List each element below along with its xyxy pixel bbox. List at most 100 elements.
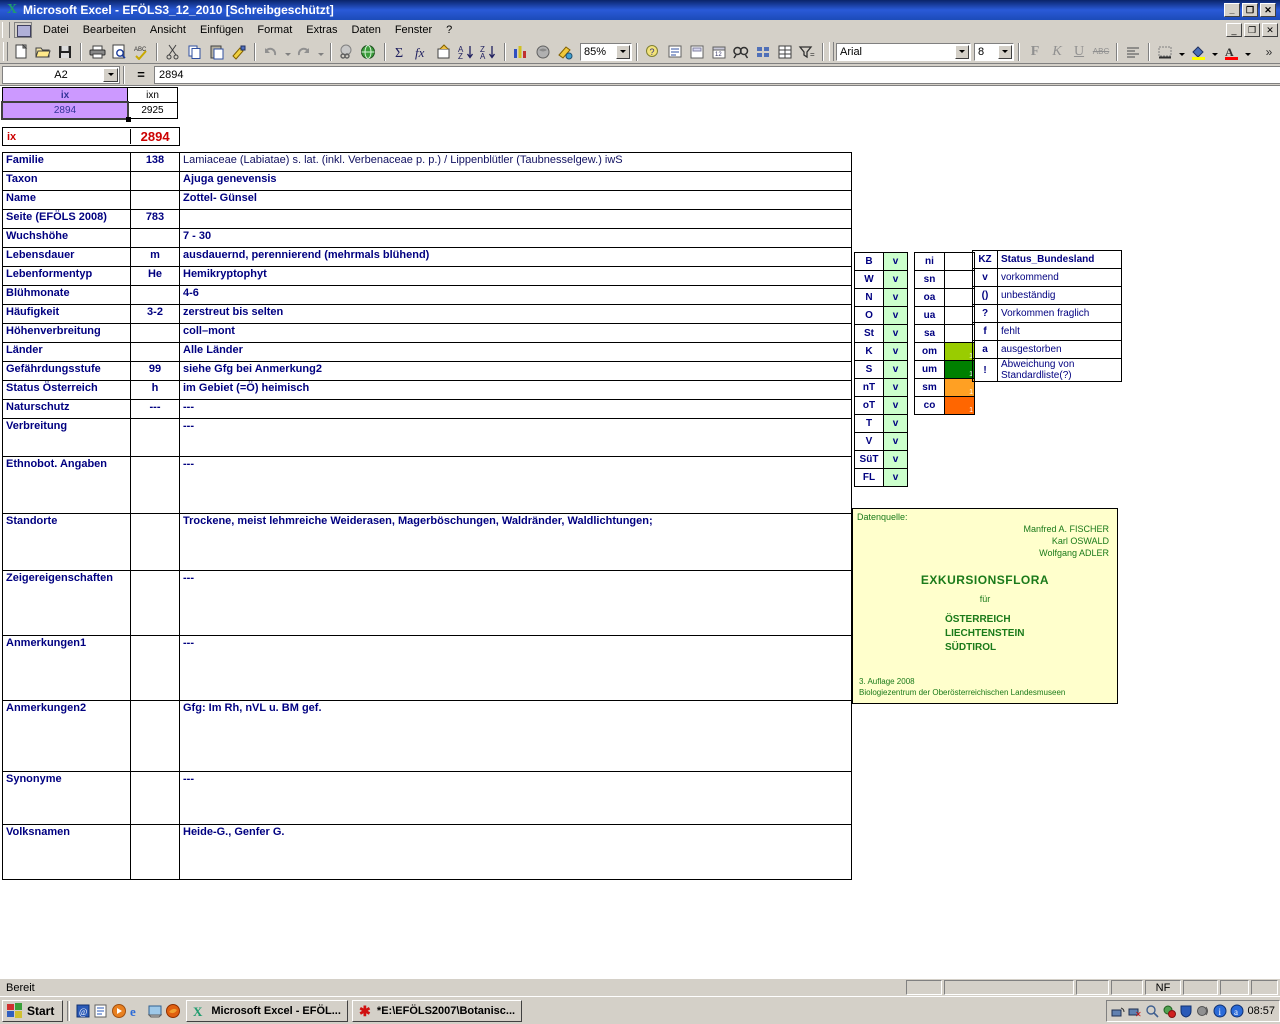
antivirus-icon[interactable] bbox=[1162, 1004, 1177, 1018]
row-label[interactable]: Lebensdauer bbox=[2, 247, 131, 267]
name-box[interactable]: A2 bbox=[2, 65, 120, 84]
row-code[interactable]: --- bbox=[130, 399, 180, 419]
search-icon[interactable] bbox=[1145, 1004, 1160, 1018]
hoehenstufe-swatch[interactable] bbox=[944, 324, 975, 343]
row-value[interactable]: Zottel- Günsel bbox=[179, 190, 852, 210]
menu-format[interactable]: Format bbox=[250, 22, 299, 38]
row-code[interactable] bbox=[130, 342, 180, 362]
row-label[interactable]: Standorte bbox=[2, 513, 131, 571]
undo-icon[interactable] bbox=[260, 41, 282, 62]
quicklaunch-ie-icon[interactable]: e bbox=[128, 1002, 146, 1020]
minigrid-value-ixn[interactable]: 2925 bbox=[127, 102, 178, 119]
hoehenstufe-code[interactable]: co bbox=[914, 396, 945, 415]
row-value[interactable]: --- bbox=[179, 570, 852, 636]
hoehenstufe-swatch[interactable]: 1 bbox=[944, 396, 975, 415]
menu-einfuegen[interactable]: Einfügen bbox=[193, 22, 250, 38]
menu-help[interactable]: ? bbox=[439, 22, 459, 38]
menu-daten[interactable]: Daten bbox=[344, 22, 387, 38]
bundesland-status[interactable]: v bbox=[883, 432, 908, 451]
hyperlink-icon[interactable] bbox=[336, 41, 358, 62]
bundesland-status[interactable]: v bbox=[883, 270, 908, 289]
row-code[interactable] bbox=[130, 190, 180, 210]
row-label[interactable]: Höhenverbreitung bbox=[2, 323, 131, 343]
row-value[interactable]: --- bbox=[179, 771, 852, 825]
row-code[interactable]: m bbox=[130, 247, 180, 267]
save-icon[interactable] bbox=[54, 41, 76, 62]
bundesland-status[interactable]: v bbox=[883, 378, 908, 397]
taskbar-item-excel[interactable]: X Microsoft Excel - EFÖL... bbox=[186, 999, 348, 1022]
row-value[interactable]: --- bbox=[179, 635, 852, 701]
zoom-dropdown-icon[interactable] bbox=[616, 44, 630, 59]
form-icon[interactable] bbox=[686, 41, 708, 62]
row-code[interactable] bbox=[130, 824, 180, 880]
row-value[interactable]: --- bbox=[179, 399, 852, 419]
bundesland-status[interactable]: v bbox=[883, 288, 908, 307]
bundesland-status[interactable]: v bbox=[883, 396, 908, 415]
sort-paste-icon[interactable] bbox=[434, 41, 456, 62]
copy-icon[interactable] bbox=[184, 41, 206, 62]
hoehenstufe-swatch[interactable]: 1 bbox=[944, 378, 975, 397]
insert-function-button[interactable]: = bbox=[128, 66, 154, 84]
row-label[interactable]: Familie bbox=[2, 152, 131, 172]
hoehenstufe-swatch[interactable] bbox=[944, 306, 975, 325]
quicklaunch-firefox-icon[interactable] bbox=[164, 1002, 182, 1020]
paste-icon[interactable] bbox=[206, 41, 228, 62]
doc-minimize-button[interactable]: _ bbox=[1226, 22, 1242, 37]
bundesland-code[interactable]: T bbox=[854, 414, 884, 433]
bundesland-code[interactable]: N bbox=[854, 288, 884, 307]
row-label[interactable]: Name bbox=[2, 190, 131, 210]
row-label[interactable]: Zeigereigenschaften bbox=[2, 570, 131, 636]
row-label[interactable]: Naturschutz bbox=[2, 399, 131, 419]
row-label[interactable]: Verbreitung bbox=[2, 418, 131, 457]
hoehenstufe-code[interactable]: um bbox=[914, 360, 945, 379]
row-code[interactable] bbox=[130, 771, 180, 825]
help-wizard-icon[interactable]: ? bbox=[642, 41, 664, 62]
quicklaunch-mediaplayer-icon[interactable] bbox=[110, 1002, 128, 1020]
row-label[interactable]: Blühmonate bbox=[2, 285, 131, 305]
bundesland-status[interactable]: v bbox=[883, 360, 908, 379]
bold-button[interactable]: F bbox=[1024, 41, 1046, 62]
row-code[interactable]: 783 bbox=[130, 209, 180, 229]
print-icon[interactable] bbox=[86, 41, 108, 62]
row-code[interactable]: He bbox=[130, 266, 180, 286]
bundesland-code[interactable]: V bbox=[854, 432, 884, 451]
menu-datei[interactable]: Datei bbox=[36, 22, 76, 38]
hoehenstufe-swatch[interactable]: 1 bbox=[944, 342, 975, 361]
row-value[interactable]: Ajuga genevensis bbox=[179, 171, 852, 191]
row-label[interactable]: Taxon bbox=[2, 171, 131, 191]
row-label[interactable]: Status Österreich bbox=[2, 380, 131, 400]
print-preview-icon[interactable] bbox=[108, 41, 130, 62]
bundesland-code[interactable]: oT bbox=[854, 396, 884, 415]
row-code[interactable] bbox=[130, 285, 180, 305]
toolbar-grip-1[interactable] bbox=[3, 42, 8, 61]
bundesland-status[interactable]: v bbox=[883, 342, 908, 361]
doc-restore-button[interactable]: ❐ bbox=[1244, 22, 1260, 37]
bundesland-status[interactable]: v bbox=[883, 414, 908, 433]
start-button[interactable]: Start bbox=[2, 999, 64, 1022]
row-value[interactable]: coll–mont bbox=[179, 323, 852, 343]
row-code[interactable] bbox=[130, 635, 180, 701]
row-value[interactable]: im Gebiet (=Ö) heimisch bbox=[179, 380, 852, 400]
borders-icon[interactable] bbox=[1154, 41, 1176, 62]
row-label[interactable]: Synonyme bbox=[2, 771, 131, 825]
calendar-icon[interactable]: 12 bbox=[708, 41, 730, 62]
font-name-dropdown-icon[interactable] bbox=[955, 44, 969, 59]
row-label[interactable]: Gefährdungsstufe bbox=[2, 361, 131, 381]
bundesland-code[interactable]: B bbox=[854, 252, 884, 271]
row-code[interactable]: 138 bbox=[130, 152, 180, 172]
redo-icon[interactable] bbox=[293, 41, 315, 62]
bundesland-code[interactable]: W bbox=[854, 270, 884, 289]
acrobat-icon[interactable]: a bbox=[1230, 1004, 1244, 1018]
italic-button[interactable]: K bbox=[1046, 41, 1068, 62]
menu-grip[interactable] bbox=[2, 21, 10, 38]
quicklaunch-showdesktop-icon[interactable] bbox=[146, 1002, 164, 1020]
row-value[interactable]: siehe Gfg bei Anmerkung2 bbox=[179, 361, 852, 381]
row-code[interactable]: 99 bbox=[130, 361, 180, 381]
row-label[interactable]: Anmerkungen1 bbox=[2, 635, 131, 701]
row-value[interactable]: --- bbox=[179, 456, 852, 514]
hoehenstufe-code[interactable]: ua bbox=[914, 306, 945, 325]
name-box-dropdown-icon[interactable] bbox=[103, 67, 118, 82]
zoom-combo[interactable]: 85% bbox=[580, 42, 632, 61]
hoehenstufe-code[interactable]: sm bbox=[914, 378, 945, 397]
hoehenstufe-swatch[interactable] bbox=[944, 252, 975, 271]
